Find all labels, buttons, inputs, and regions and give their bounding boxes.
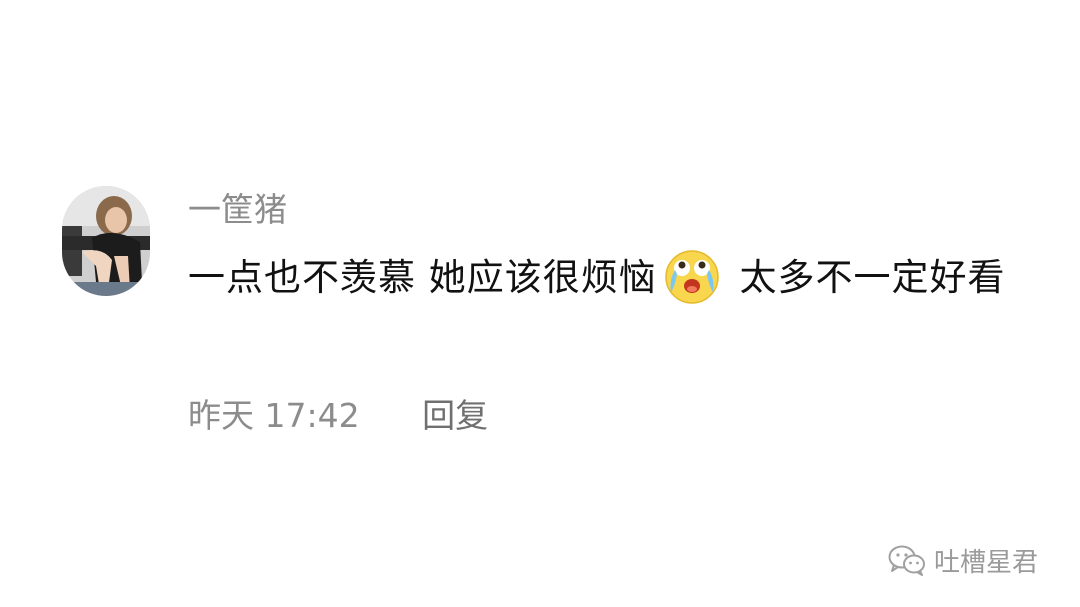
comment-meta: 昨天 17:42 回复 [188,394,488,438]
crying-laughing-emoji-icon [663,246,721,304]
wechat-icon [888,545,925,576]
reply-button[interactable]: 回复 [422,396,488,435]
comment-text: 一点也不羡慕 她应该很烦恼 太多不一定好看 [188,246,1038,309]
avatar[interactable] [62,186,150,296]
watermark: 吐槽星君 [888,540,1038,580]
avatar-image [62,186,150,296]
username[interactable]: 一筐猪 [188,188,287,232]
watermark-text: 吐槽星君 [934,547,1039,578]
comment-text-part: 一点也不羡慕 她应该很烦恼 [188,256,657,299]
timestamp: 昨天 17:42 [188,396,360,435]
comment-text-part: 太多不一定好看 [726,256,1006,299]
